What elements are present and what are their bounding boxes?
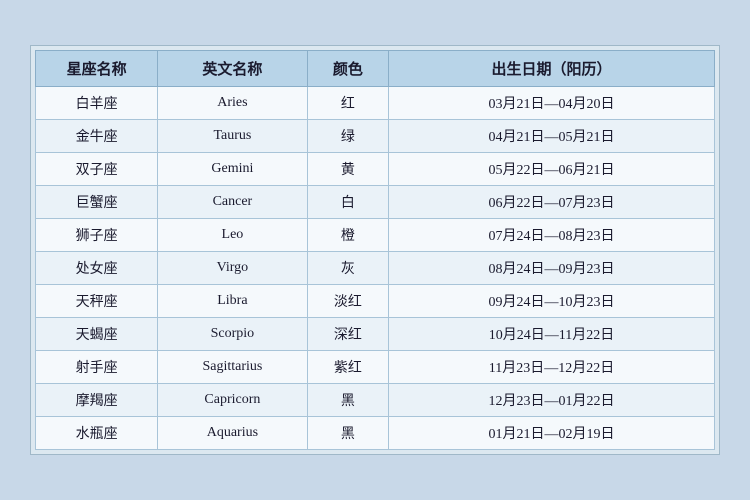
cell-color: 红: [307, 87, 388, 120]
table-row: 水瓶座Aquarius黑01月21日—02月19日: [36, 417, 715, 450]
table-row: 金牛座Taurus绿04月21日—05月21日: [36, 120, 715, 153]
cell-cn: 双子座: [36, 153, 158, 186]
cell-date: 09月24日—10月23日: [389, 285, 715, 318]
table-body: 白羊座Aries红03月21日—04月20日金牛座Taurus绿04月21日—0…: [36, 87, 715, 450]
cell-color: 紫红: [307, 351, 388, 384]
table-row: 巨蟹座Cancer白06月22日—07月23日: [36, 186, 715, 219]
cell-date: 08月24日—09月23日: [389, 252, 715, 285]
cell-color: 黄: [307, 153, 388, 186]
table-header-row: 星座名称 英文名称 颜色 出生日期（阳历）: [36, 51, 715, 87]
cell-en: Sagittarius: [158, 351, 307, 384]
table-row: 处女座Virgo灰08月24日—09月23日: [36, 252, 715, 285]
cell-color: 绿: [307, 120, 388, 153]
header-date: 出生日期（阳历）: [389, 51, 715, 87]
cell-cn: 巨蟹座: [36, 186, 158, 219]
header-en: 英文名称: [158, 51, 307, 87]
cell-en: Cancer: [158, 186, 307, 219]
table-row: 摩羯座Capricorn黑12月23日—01月22日: [36, 384, 715, 417]
table-row: 天秤座Libra淡红09月24日—10月23日: [36, 285, 715, 318]
header-color: 颜色: [307, 51, 388, 87]
cell-date: 11月23日—12月22日: [389, 351, 715, 384]
cell-color: 白: [307, 186, 388, 219]
cell-date: 03月21日—04月20日: [389, 87, 715, 120]
cell-en: Scorpio: [158, 318, 307, 351]
cell-cn: 处女座: [36, 252, 158, 285]
cell-date: 06月22日—07月23日: [389, 186, 715, 219]
cell-cn: 射手座: [36, 351, 158, 384]
cell-en: Aquarius: [158, 417, 307, 450]
cell-en: Libra: [158, 285, 307, 318]
cell-en: Aries: [158, 87, 307, 120]
cell-date: 01月21日—02月19日: [389, 417, 715, 450]
table-row: 狮子座Leo橙07月24日—08月23日: [36, 219, 715, 252]
header-cn: 星座名称: [36, 51, 158, 87]
cell-date: 07月24日—08月23日: [389, 219, 715, 252]
cell-color: 橙: [307, 219, 388, 252]
cell-date: 12月23日—01月22日: [389, 384, 715, 417]
table-row: 射手座Sagittarius紫红11月23日—12月22日: [36, 351, 715, 384]
table-wrapper: 星座名称 英文名称 颜色 出生日期（阳历） 白羊座Aries红03月21日—04…: [30, 45, 720, 455]
cell-color: 灰: [307, 252, 388, 285]
cell-cn: 水瓶座: [36, 417, 158, 450]
cell-cn: 金牛座: [36, 120, 158, 153]
cell-cn: 白羊座: [36, 87, 158, 120]
cell-date: 04月21日—05月21日: [389, 120, 715, 153]
cell-color: 黑: [307, 417, 388, 450]
cell-en: Virgo: [158, 252, 307, 285]
table-row: 天蝎座Scorpio深红10月24日—11月22日: [36, 318, 715, 351]
table-row: 白羊座Aries红03月21日—04月20日: [36, 87, 715, 120]
zodiac-table: 星座名称 英文名称 颜色 出生日期（阳历） 白羊座Aries红03月21日—04…: [35, 50, 715, 450]
cell-date: 05月22日—06月21日: [389, 153, 715, 186]
cell-en: Leo: [158, 219, 307, 252]
cell-color: 深红: [307, 318, 388, 351]
cell-color: 黑: [307, 384, 388, 417]
cell-en: Gemini: [158, 153, 307, 186]
cell-cn: 天秤座: [36, 285, 158, 318]
cell-cn: 摩羯座: [36, 384, 158, 417]
table-row: 双子座Gemini黄05月22日—06月21日: [36, 153, 715, 186]
cell-en: Capricorn: [158, 384, 307, 417]
cell-cn: 狮子座: [36, 219, 158, 252]
cell-date: 10月24日—11月22日: [389, 318, 715, 351]
cell-en: Taurus: [158, 120, 307, 153]
cell-cn: 天蝎座: [36, 318, 158, 351]
cell-color: 淡红: [307, 285, 388, 318]
